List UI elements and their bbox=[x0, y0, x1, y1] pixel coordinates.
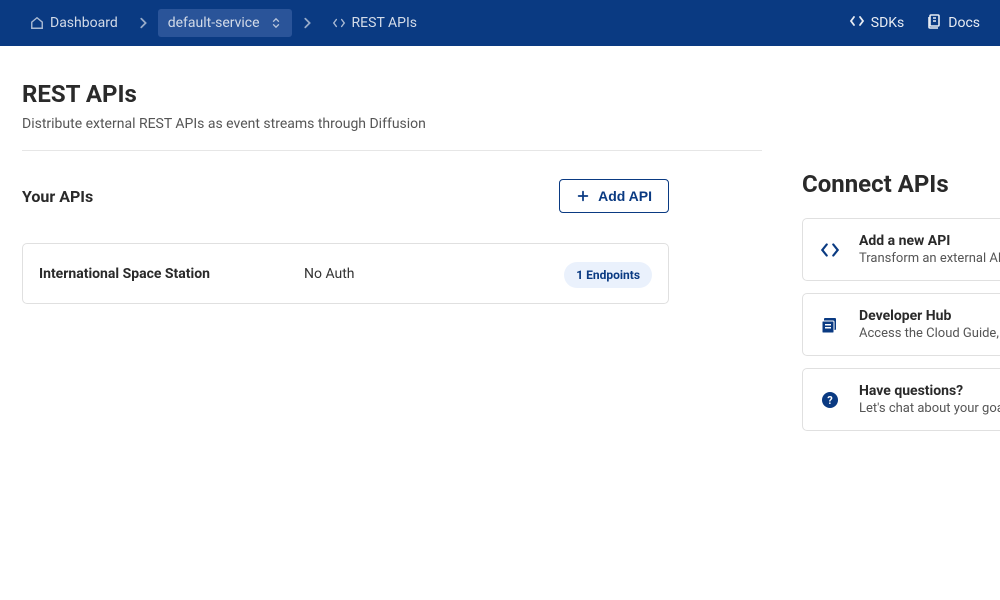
question-icon: ? bbox=[819, 390, 841, 410]
card-desc: Access the Cloud Guide, Tutorials and mo… bbox=[859, 326, 1000, 341]
api-endpoints: 1 Endpoints bbox=[564, 264, 652, 283]
right-column: Connect APIs Add a new API Transform an … bbox=[802, 80, 1000, 443]
breadcrumb-dashboard[interactable]: Dashboard bbox=[20, 9, 128, 37]
connect-card-add-api[interactable]: Add a new API Transform an external API … bbox=[802, 218, 1000, 281]
card-text: Add a new API Transform an external API … bbox=[859, 233, 1000, 266]
chevron-right-icon bbox=[136, 16, 150, 30]
card-desc: Let's chat about your goals and how we c… bbox=[859, 401, 1000, 416]
breadcrumbs: Dashboard default-service REST APIs bbox=[20, 9, 849, 37]
sdks-label: SDKs bbox=[871, 15, 905, 31]
breadcrumb-label: REST APIs bbox=[352, 15, 417, 31]
card-title: Developer Hub bbox=[859, 308, 1000, 324]
breadcrumb-label: default-service bbox=[168, 15, 260, 31]
breadcrumb-label: Dashboard bbox=[50, 15, 118, 31]
chevron-right-icon bbox=[300, 16, 314, 30]
home-icon bbox=[30, 16, 44, 30]
plus-icon bbox=[576, 189, 590, 203]
svg-text:?: ? bbox=[827, 394, 833, 407]
connect-card-dev-hub[interactable]: Developer Hub Access the Cloud Guide, Tu… bbox=[802, 293, 1000, 356]
card-desc: Transform an external API into a topic s… bbox=[859, 251, 1000, 266]
updown-icon bbox=[270, 16, 282, 30]
api-name: International Space Station bbox=[39, 266, 304, 282]
left-column: REST APIs Distribute external REST APIs … bbox=[22, 80, 762, 304]
sdks-link[interactable]: SDKs bbox=[849, 13, 905, 33]
main-content: REST APIs Distribute external REST APIs … bbox=[0, 46, 1000, 443]
page-title: REST APIs bbox=[22, 80, 762, 108]
docs-icon bbox=[926, 13, 942, 33]
card-title: Have questions? bbox=[859, 383, 1000, 399]
code-icon bbox=[819, 239, 841, 261]
docs-label: Docs bbox=[948, 15, 980, 31]
code-icon bbox=[849, 13, 865, 33]
card-text: Have questions? Let's chat about your go… bbox=[859, 383, 1000, 416]
add-api-label: Add API bbox=[598, 188, 652, 204]
card-text: Developer Hub Access the Cloud Guide, Tu… bbox=[859, 308, 1000, 341]
add-api-button[interactable]: Add API bbox=[559, 179, 669, 213]
page-subtitle: Distribute external REST APIs as event s… bbox=[22, 116, 762, 132]
apis-section-header: Your APIs Add API bbox=[22, 179, 669, 213]
endpoints-badge: 1 Endpoints bbox=[564, 262, 652, 288]
docs-link[interactable]: Docs bbox=[926, 13, 980, 33]
card-title: Add a new API bbox=[859, 233, 1000, 249]
library-icon bbox=[819, 315, 841, 335]
topbar-actions: SDKs Docs bbox=[849, 13, 980, 33]
divider bbox=[22, 150, 762, 151]
top-navbar: Dashboard default-service REST APIs SDKs bbox=[0, 0, 1000, 46]
apis-section-title: Your APIs bbox=[22, 187, 93, 206]
api-auth: No Auth bbox=[304, 266, 504, 282]
breadcrumb-service-selector[interactable]: default-service bbox=[158, 9, 292, 37]
connect-title: Connect APIs bbox=[802, 170, 1000, 198]
breadcrumb-rest-apis[interactable]: REST APIs bbox=[322, 9, 427, 37]
code-icon bbox=[332, 16, 346, 30]
connect-card-questions[interactable]: ? Have questions? Let's chat about your … bbox=[802, 368, 1000, 431]
api-row[interactable]: International Space Station No Auth 1 En… bbox=[22, 243, 669, 304]
